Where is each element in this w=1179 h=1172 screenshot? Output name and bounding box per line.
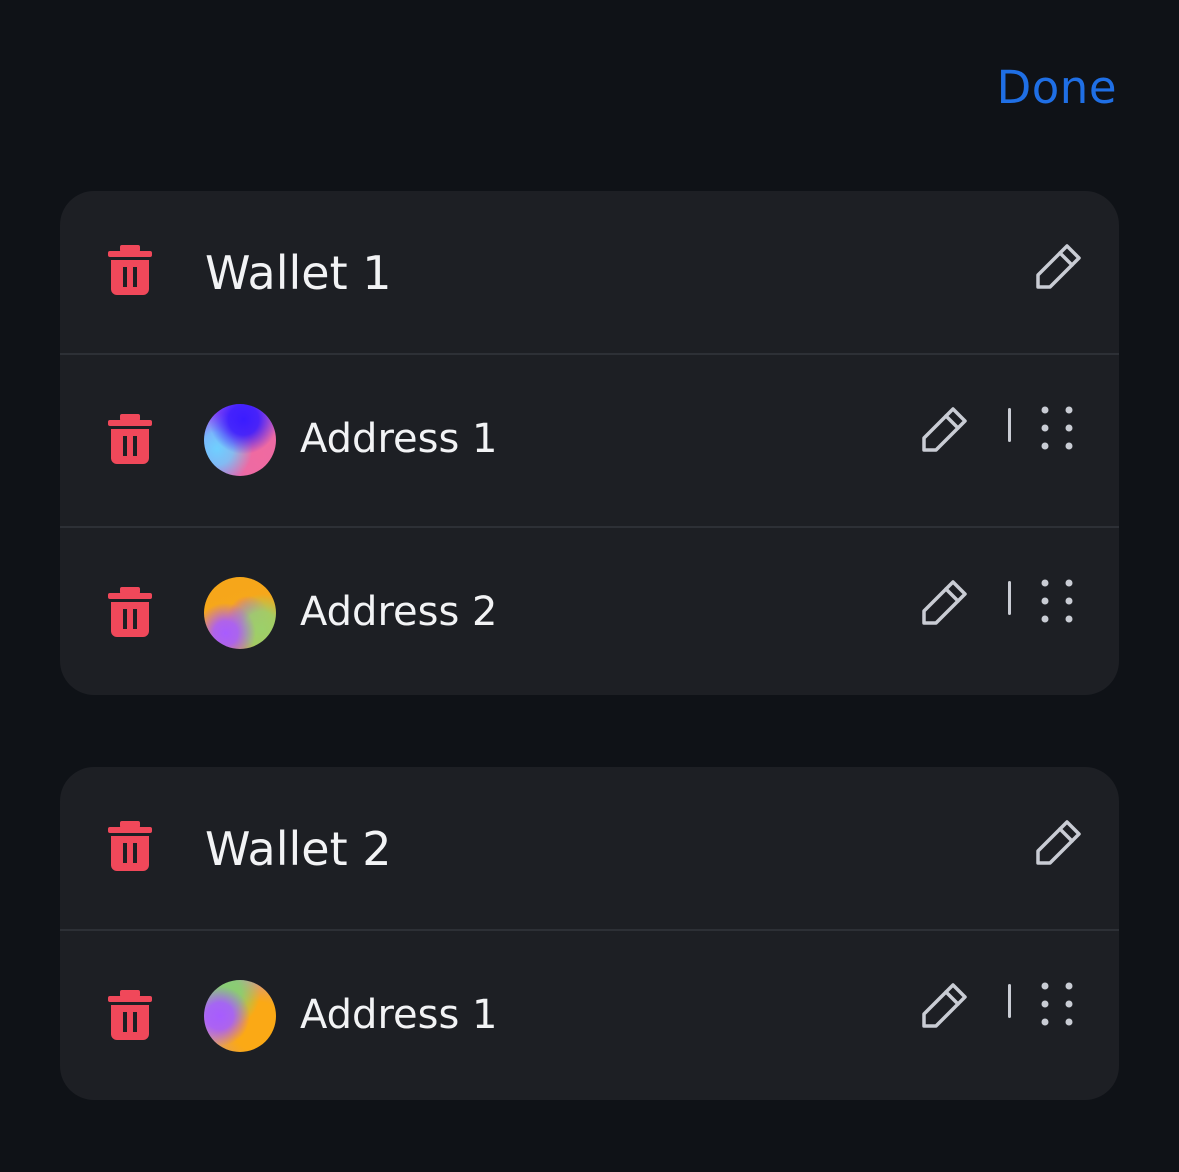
address-name: Address 1 [300, 416, 498, 462]
pencil-icon[interactable] [1033, 240, 1085, 292]
avatar [204, 980, 276, 1052]
trash-icon[interactable] [108, 414, 152, 464]
address-name: Address 2 [300, 589, 498, 635]
pencil-icon[interactable] [919, 403, 971, 455]
drag-handle-icon[interactable] [1039, 405, 1075, 451]
pencil-icon[interactable] [919, 576, 971, 628]
address-name: Address 1 [300, 992, 498, 1038]
trash-icon[interactable] [108, 821, 152, 871]
separator [1008, 581, 1011, 615]
address-row: Address 2 [60, 528, 1119, 695]
wallet-card: Wallet 1 Address 1 Address 2 [60, 191, 1119, 695]
avatar [204, 404, 276, 476]
separator [1008, 408, 1011, 442]
wallet-name: Wallet 1 [205, 246, 392, 300]
trash-icon[interactable] [108, 587, 152, 637]
separator [1008, 984, 1011, 1018]
wallet-row: Wallet 2 [60, 767, 1119, 929]
address-row: Address 1 [60, 355, 1119, 526]
trash-icon[interactable] [108, 990, 152, 1040]
edit-wallets-screen: Done Wallet 1 Address 1 Address 2 Wallet… [0, 0, 1179, 1172]
trash-icon[interactable] [108, 245, 152, 295]
wallet-name: Wallet 2 [205, 822, 392, 876]
wallet-row: Wallet 1 [60, 191, 1119, 353]
avatar [204, 577, 276, 649]
wallet-card: Wallet 2 Address 1 [60, 767, 1119, 1100]
pencil-icon[interactable] [919, 979, 971, 1031]
pencil-icon[interactable] [1033, 816, 1085, 868]
drag-handle-icon[interactable] [1039, 981, 1075, 1027]
address-row: Address 1 [60, 931, 1119, 1100]
drag-handle-icon[interactable] [1039, 578, 1075, 624]
done-button[interactable]: Done [997, 60, 1117, 115]
